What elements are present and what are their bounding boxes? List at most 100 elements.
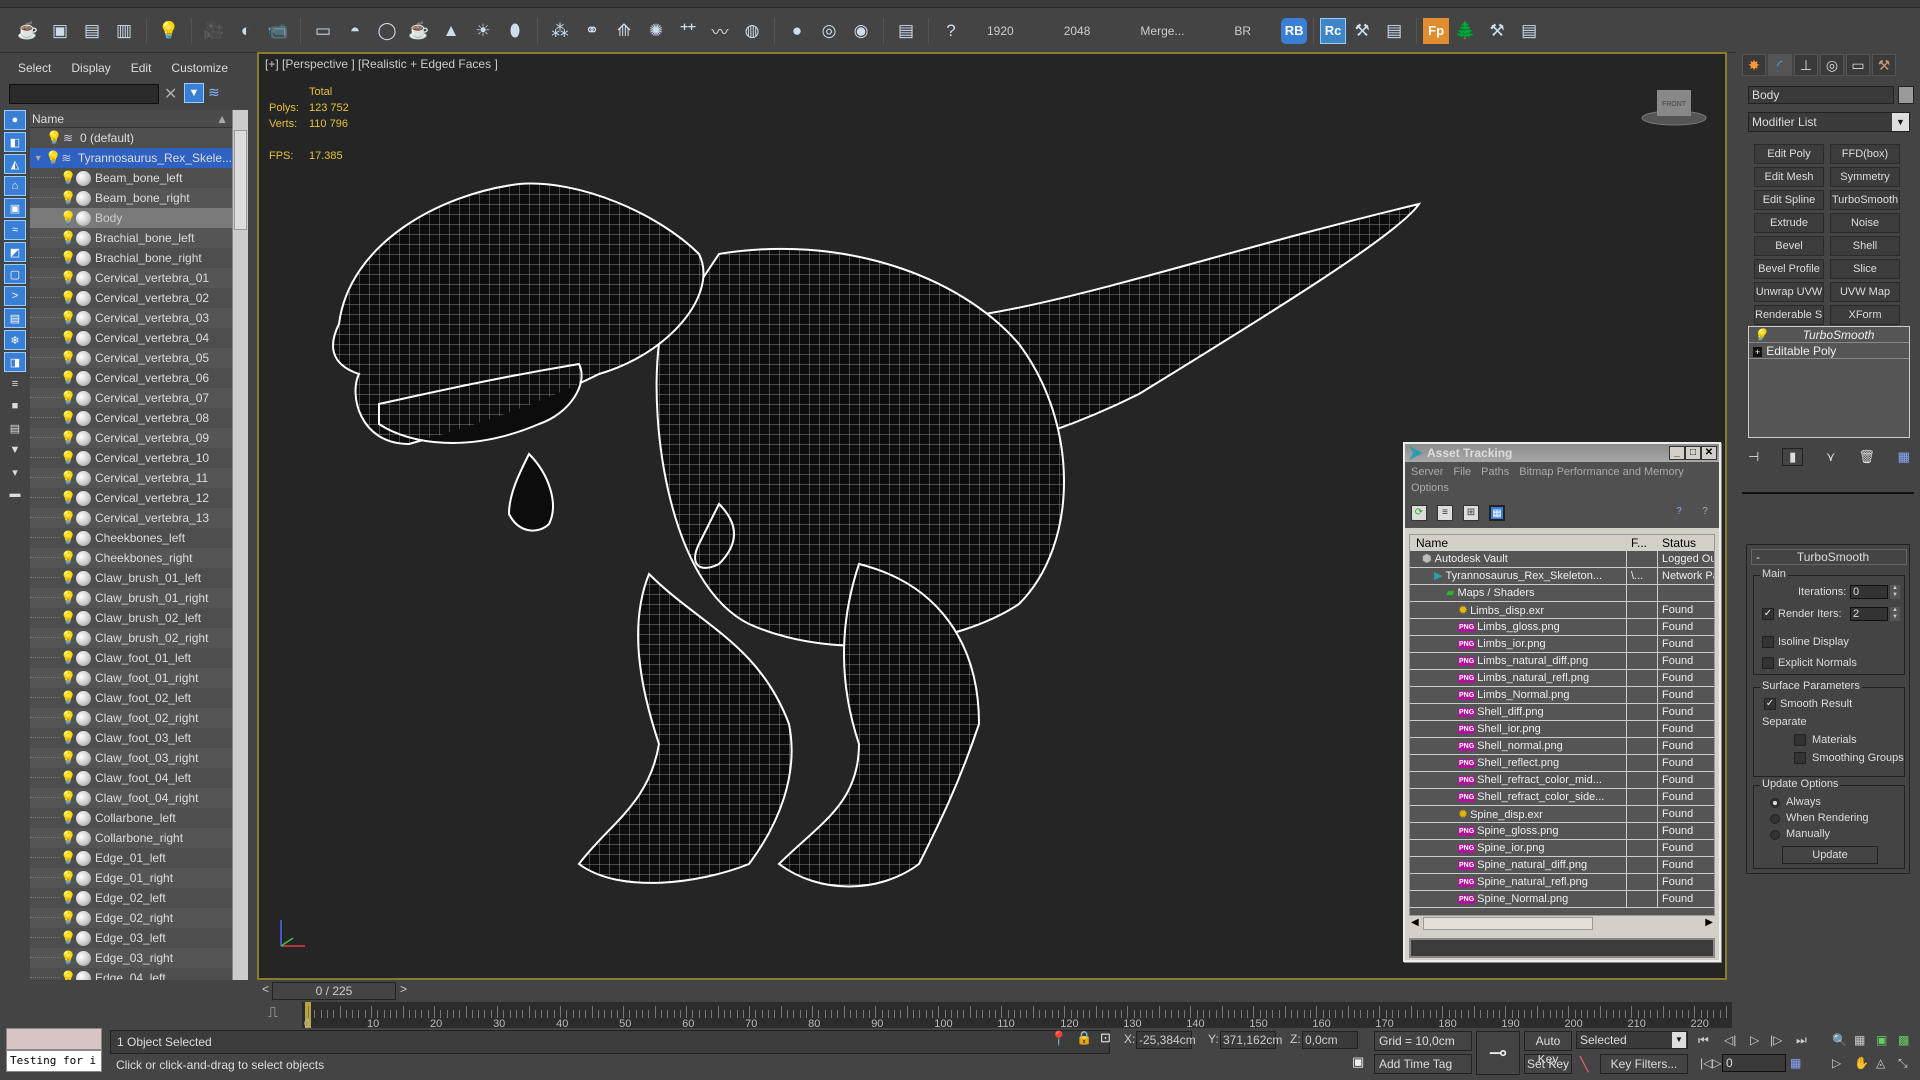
- lightbulb-icon[interactable]: 💡: [60, 690, 76, 706]
- next-frame-button[interactable]: >: [400, 982, 407, 996]
- object-row[interactable]: 💡 Cheekbones_left: [30, 528, 232, 548]
- lightbulb-icon[interactable]: 💡: [60, 670, 76, 686]
- zoom-all-icon[interactable]: ▦: [1854, 1033, 1865, 1047]
- name-column-header[interactable]: Name ▲: [30, 110, 232, 128]
- object-row[interactable]: 💡 Edge_04_left: [30, 968, 232, 980]
- list-icon[interactable]: ▤: [1380, 17, 1408, 45]
- help-icon[interactable]: ?: [937, 17, 965, 45]
- modifier-button-unwrap-uvw[interactable]: Unwrap UVW: [1754, 282, 1824, 302]
- lightbulb-icon[interactable]: 💡: [60, 850, 76, 866]
- rollout-header[interactable]: - TurboSmooth: [1751, 549, 1907, 565]
- asset-row[interactable]: PNG Shell_diff.png Found: [1410, 704, 1714, 721]
- list-icon[interactable]: ▤: [1515, 17, 1543, 45]
- explorer-menu-select[interactable]: Select: [8, 61, 61, 75]
- asset-row[interactable]: ⬢ Autodesk Vault Logged Out: [1410, 551, 1714, 568]
- time-slider[interactable]: 0 / 225: [272, 982, 396, 1000]
- lightbulb-icon[interactable]: 💡: [60, 390, 76, 406]
- grass-icon[interactable]: ⺿: [674, 17, 702, 45]
- remove-modifier-icon[interactable]: 🗑: [1858, 449, 1875, 465]
- modifier-button-ffd-box-[interactable]: FFD(box): [1830, 144, 1900, 164]
- tree-vertical-scrollbar[interactable]: [232, 110, 248, 980]
- forest-pack-icon[interactable]: Fp: [1423, 17, 1450, 44]
- object-row[interactable]: 💡 Brachial_bone_right: [30, 248, 232, 268]
- status-column-header[interactable]: Status: [1658, 535, 1714, 551]
- funnel-icon[interactable]: ▼: [4, 440, 26, 460]
- help-icon[interactable]: ?: [1697, 505, 1713, 521]
- update-button[interactable]: Update: [1782, 846, 1878, 864]
- modifier-button-renderable-spline[interactable]: Renderable Spline: [1754, 305, 1824, 325]
- object-name-field[interactable]: Body: [1748, 86, 1894, 104]
- add-time-tag-button[interactable]: Add Time Tag: [1374, 1054, 1472, 1074]
- x-coordinate-field[interactable]: -25,384cm: [1136, 1031, 1196, 1049]
- object-row[interactable]: 💡 Claw_brush_01_right: [30, 588, 232, 608]
- sphere-light-icon[interactable]: ◯: [373, 17, 401, 45]
- fur-icon[interactable]: ◍: [738, 17, 766, 45]
- display-bones-icon[interactable]: >: [4, 286, 26, 306]
- teapot-wire-icon[interactable]: ☕: [405, 17, 433, 45]
- lightbulb-icon[interactable]: 💡: [60, 750, 76, 766]
- display-groups-icon[interactable]: ◩: [4, 242, 26, 262]
- viewcube[interactable]: FRONT: [1639, 84, 1709, 129]
- merge-button[interactable]: Merge...: [1140, 24, 1184, 38]
- expand-icon[interactable]: +: [1753, 347, 1763, 357]
- lightbulb-icon[interactable]: 💡: [60, 330, 76, 346]
- asset-row[interactable]: PNG Limbs_ior.png Found: [1410, 636, 1714, 653]
- object-row[interactable]: 💡 Collarbone_left: [30, 808, 232, 828]
- maximize-button[interactable]: □: [1685, 446, 1701, 460]
- object-row[interactable]: 💡 Brachial_bone_left: [30, 228, 232, 248]
- stack-item-turbosmooth[interactable]: 💡 TurboSmooth: [1749, 327, 1909, 343]
- field-of-view-icon[interactable]: ▷: [1832, 1056, 1841, 1070]
- lightbulb-icon[interactable]: 💡: [60, 770, 76, 786]
- camera-icon[interactable]: 🎥: [200, 17, 228, 45]
- asset-menu-bitmap-performance-and-memory[interactable]: Bitmap Performance and Memory: [1519, 466, 1683, 478]
- import-icon[interactable]: ▤: [892, 17, 920, 45]
- tools-icon[interactable]: ⚒: [1348, 17, 1376, 45]
- modifier-button-edit-poly[interactable]: Edit Poly: [1754, 144, 1824, 164]
- lightbulb-icon[interactable]: 💡: [1753, 327, 1768, 343]
- always-radio[interactable]: [1770, 798, 1780, 808]
- lightbulb-icon[interactable]: 💡: [60, 170, 76, 186]
- lightbulb-icon[interactable]: 💡: [60, 870, 76, 886]
- lightbulb-icon[interactable]: 💡: [60, 490, 76, 506]
- object-color-swatch[interactable]: [1898, 86, 1914, 104]
- lightbulb-icon[interactable]: 💡: [60, 730, 76, 746]
- object-row[interactable]: 💡 Cervical_vertebra_11: [30, 468, 232, 488]
- object-row[interactable]: 💡 Cervical_vertebra_12: [30, 488, 232, 508]
- display-containers-icon[interactable]: ▤: [4, 308, 26, 328]
- render-settings-icon[interactable]: ▥: [110, 17, 138, 45]
- sun-icon[interactable]: ☀: [469, 17, 497, 45]
- lightbulb-icon[interactable]: 💡: [60, 590, 76, 606]
- asset-row[interactable]: PNG Limbs_gloss.png Found: [1410, 619, 1714, 636]
- chevron-down-icon[interactable]: ▼: [1892, 113, 1909, 131]
- object-row[interactable]: 💡 Cervical_vertebra_08: [30, 408, 232, 428]
- modifier-button-extrude[interactable]: Extrude: [1754, 213, 1824, 233]
- trex-wireframe-model[interactable]: [319, 124, 1479, 984]
- stack-item-editable-poly[interactable]: + Editable Poly: [1749, 343, 1909, 359]
- zoom-extents-all-icon[interactable]: ▩: [1898, 1033, 1909, 1047]
- object-row[interactable]: 💡 Cervical_vertebra_02: [30, 288, 232, 308]
- asset-row[interactable]: ✹ Limbs_disp.exr Found: [1410, 602, 1714, 619]
- smoothing-groups-checkbox[interactable]: [1794, 752, 1806, 764]
- lightbulb-icon[interactable]: 💡: [60, 450, 76, 466]
- play-icon[interactable]: ▷: [1750, 1033, 1759, 1047]
- layer-row[interactable]: 💡 ≋ 0 (default): [30, 128, 232, 148]
- asset-row[interactable]: PNG Limbs_Normal.png Found: [1410, 687, 1714, 704]
- render-width-button[interactable]: 1920: [987, 24, 1014, 38]
- asset-row[interactable]: ▰ Maps / Shaders: [1410, 585, 1714, 602]
- z-coordinate-field[interactable]: 0,0cm: [1302, 1031, 1358, 1049]
- close-button[interactable]: ✕: [1701, 446, 1717, 460]
- tools-icon[interactable]: ⚒: [1483, 17, 1511, 45]
- material-slot-icon[interactable]: ◉: [847, 17, 875, 45]
- asset-row[interactable]: PNG Spine_natural_diff.png Found: [1410, 857, 1714, 874]
- object-row[interactable]: 💡 Beam_bone_right: [30, 188, 232, 208]
- lightbulb-icon[interactable]: 💡: [60, 910, 76, 926]
- lightbulb-icon[interactable]: 💡: [46, 130, 62, 146]
- lightbulb-icon[interactable]: 💡: [60, 830, 76, 846]
- asset-tracking-titlebar[interactable]: Asset Tracking _ □ ✕: [1405, 444, 1719, 462]
- object-row[interactable]: 💡 Claw_foot_04_right: [30, 788, 232, 808]
- object-row[interactable]: 💡 Claw_foot_01_left: [30, 648, 232, 668]
- object-row[interactable]: 💡 Claw_brush_02_left: [30, 608, 232, 628]
- set-key-button[interactable]: Set Key: [1524, 1054, 1572, 1074]
- filter-options-icon[interactable]: ▾: [4, 462, 26, 482]
- asset-row[interactable]: PNG Shell_refract_color_side... Found: [1410, 789, 1714, 806]
